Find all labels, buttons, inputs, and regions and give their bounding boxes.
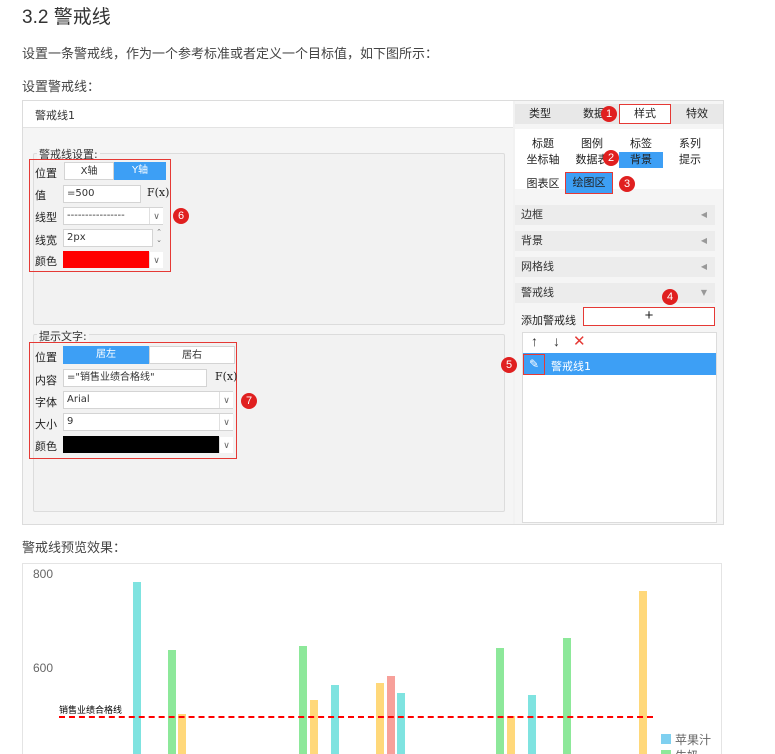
text-color-label: 颜色 — [35, 440, 57, 453]
tab-effects[interactable]: 特效 — [671, 104, 723, 124]
chevron-down-icon[interactable]: ∨ — [219, 414, 233, 430]
chart-bar — [133, 582, 141, 754]
tab-chart-area[interactable]: 图表区 — [521, 177, 565, 191]
text-color-swatch[interactable] — [63, 436, 219, 453]
content-formula-button[interactable]: F(x) — [215, 370, 237, 383]
caret-left-icon: ◀ — [700, 210, 707, 219]
step-badge-4: 4 — [662, 289, 678, 305]
step-badge-5: 5 — [501, 357, 517, 373]
linetype-select[interactable]: ---------------- — [63, 207, 163, 225]
subtab-axis[interactable]: 坐标轴 — [521, 153, 565, 167]
stepper-icon[interactable]: ⌃ ⌄ — [154, 229, 164, 247]
subtab-label[interactable]: 标签 — [619, 137, 663, 151]
legend-item: 苹果汁 — [675, 733, 712, 747]
tab-type[interactable]: 类型 — [515, 104, 565, 124]
chart-bar — [168, 650, 176, 754]
chevron-down-icon[interactable]: ∨ — [149, 208, 163, 224]
hint-position-label: 位置 — [35, 351, 57, 364]
chart-bar — [563, 638, 571, 754]
section-border-label: 边框 — [521, 208, 543, 221]
subtab-tooltip[interactable]: 提示 — [668, 153, 712, 167]
setup-label: 设置警戒线： — [22, 79, 101, 94]
subtab-background[interactable]: 背景 — [619, 152, 663, 168]
legend-swatch — [661, 750, 671, 754]
line-color-swatch[interactable] — [63, 251, 149, 268]
chevron-down-icon[interactable]: ∨ — [219, 392, 233, 408]
chart-bar — [528, 694, 536, 754]
section-alert-line-label: 警戒线 — [521, 286, 554, 299]
linewidth-label: 线宽 — [35, 234, 57, 247]
alert-line-label: 销售业绩合格线 — [59, 705, 123, 715]
y-tick-label: 800 — [33, 567, 54, 581]
value-formula-button[interactable]: F(x) — [147, 186, 169, 199]
chevron-down-icon[interactable]: ∨ — [149, 252, 163, 268]
align-left-button[interactable]: 居左 — [63, 346, 149, 364]
editor-title: 警戒线1 — [35, 109, 75, 122]
chart-bar — [331, 685, 339, 754]
chart-bar — [310, 699, 318, 754]
move-down-icon[interactable]: ↓ — [553, 333, 560, 349]
subtab-title[interactable]: 标题 — [521, 137, 565, 151]
chevron-down-icon[interactable]: ∨ — [219, 437, 233, 453]
section-heading: 3.2 警戒线 — [22, 7, 111, 28]
section-border[interactable]: 边框 ◀ — [515, 205, 715, 225]
step-badge-3: 3 — [619, 176, 635, 192]
content-input[interactable]: ="销售业绩合格线" — [63, 369, 207, 387]
subtab-series[interactable]: 系列 — [668, 137, 712, 151]
align-right-button[interactable]: 居右 — [149, 346, 235, 364]
y-axis-button[interactable]: Y轴 — [114, 162, 166, 180]
step-badge-6: 6 — [173, 208, 189, 224]
edit-pencil-icon[interactable]: ✎ — [523, 354, 545, 375]
alert-line-chart: 800 600 销售业绩合格线 苹果汁 牛奶 — [22, 563, 722, 754]
legend-swatch — [661, 734, 671, 744]
add-alert-line-button[interactable]: + — [583, 307, 715, 326]
step-badge-7: 7 — [241, 393, 257, 409]
section-background-label: 背景 — [521, 234, 543, 247]
caret-left-icon: ◀ — [700, 262, 707, 271]
font-select[interactable]: Arial — [63, 391, 233, 409]
caret-left-icon: ◀ — [700, 236, 707, 245]
intro-paragraph: 设置一条警戒线，作为一个参考标准或者定义一个目标值，如下图所示： — [22, 46, 439, 61]
preview-label: 警戒线预览效果： — [22, 540, 127, 555]
tab-style[interactable]: 样式 — [619, 104, 671, 124]
line-color-label: 颜色 — [35, 255, 57, 268]
legend-item: 牛奶 — [675, 747, 699, 754]
list-item-label: 警戒线1 — [551, 360, 591, 373]
section-background[interactable]: 背景 ◀ — [515, 231, 715, 251]
alert-line-editor: 警戒线1 警戒线设置: 位置 X轴 Y轴 值 =500 F(x) 线型 ----… — [23, 101, 513, 524]
section-gridlines-label: 网格线 — [521, 260, 554, 273]
chart-bar — [397, 692, 405, 754]
step-badge-1: 1 — [601, 106, 617, 122]
section-gridlines[interactable]: 网格线 ◀ — [515, 257, 715, 277]
size-label: 大小 — [35, 418, 57, 431]
chart-bar — [496, 647, 504, 754]
caret-down-icon: ▼ — [700, 288, 707, 297]
x-axis-button[interactable]: X轴 — [64, 162, 114, 180]
add-alert-line-label: 添加警戒线 — [521, 314, 576, 327]
step-badge-2: 2 — [603, 150, 619, 166]
font-label: 字体 — [35, 396, 57, 409]
tab-plot-area[interactable]: 绘图区 — [565, 172, 613, 194]
size-select[interactable]: 9 — [63, 413, 233, 431]
subtab-legend[interactable]: 图例 — [570, 137, 614, 151]
content-label: 内容 — [35, 374, 57, 387]
section-alert-line[interactable]: 警戒线 ▼ — [515, 283, 715, 303]
property-panel: 类型 数据 样式 特效 1 标题 图例 标签 系列 坐标轴 数据表 背景 提示 … — [501, 101, 723, 524]
alert-line-dialog: 警戒线1 警戒线设置: 位置 X轴 Y轴 值 =500 F(x) 线型 ----… — [22, 100, 724, 525]
alert-line — [59, 716, 653, 718]
chart-bar — [639, 591, 647, 754]
move-up-icon[interactable]: ↑ — [531, 333, 538, 349]
chart-bar — [376, 683, 384, 754]
position-label: 位置 — [35, 167, 57, 180]
y-tick-label: 600 — [33, 661, 54, 675]
editor-titlebar: 警戒线1 — [23, 101, 513, 128]
chart-bar — [299, 645, 307, 754]
value-label: 值 — [35, 189, 46, 202]
value-input[interactable]: =500 — [63, 185, 141, 203]
chart-bar — [178, 713, 186, 754]
chart-bar — [507, 716, 515, 754]
delete-icon[interactable]: ✕ — [573, 332, 586, 350]
linetype-label: 线型 — [35, 211, 57, 224]
linewidth-input[interactable]: 2px — [63, 229, 153, 247]
